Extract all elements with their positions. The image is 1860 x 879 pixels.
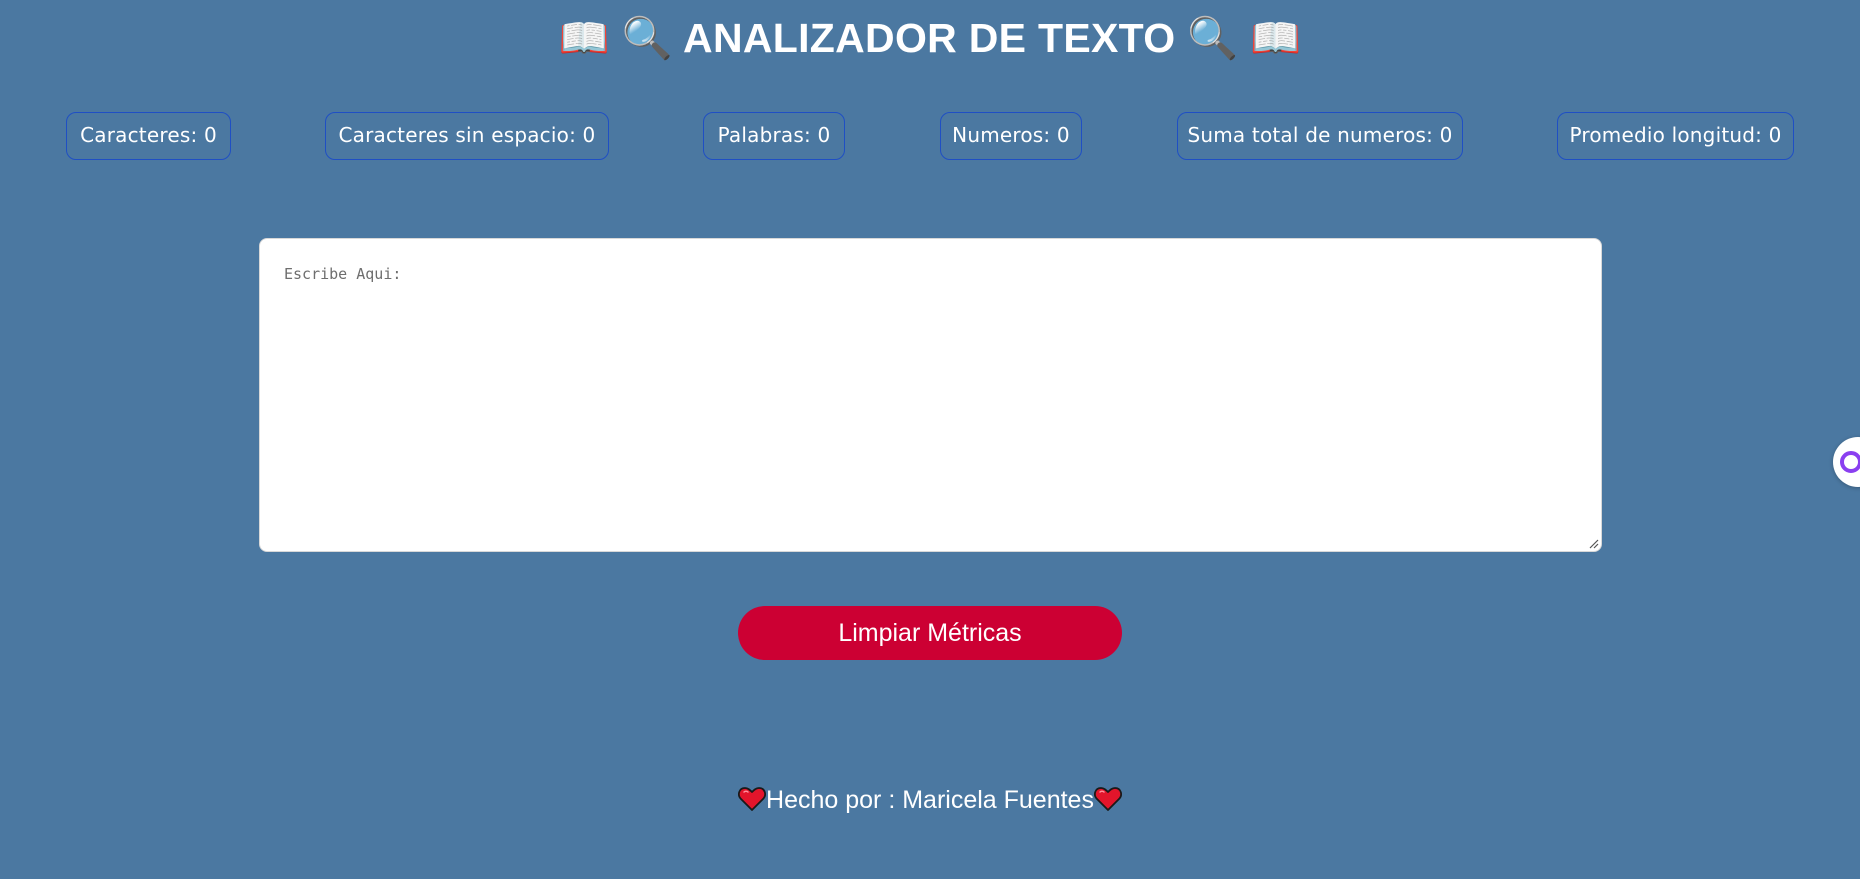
magnifier-icon: 🔍 [1187, 14, 1239, 62]
metric-numeros: Numeros: 0 [940, 112, 1082, 160]
resize-handle-icon[interactable] [1587, 537, 1599, 549]
floating-widget-button[interactable] [1833, 437, 1860, 487]
metrics-bar: Caracteres: 0 Caracteres sin espacio: 0 … [0, 112, 1860, 162]
widget-ring-icon [1840, 451, 1860, 473]
open-book-icon: 📖 [558, 14, 610, 62]
clear-metrics-button[interactable]: Limpiar Métricas [738, 606, 1122, 660]
footer-credit-text: Hecho por : Maricela Fuentes [766, 786, 1094, 814]
metric-palabras: Palabras: 0 [703, 112, 845, 160]
page-title: 📖 🔍 ANALIZADOR DE TEXTO 🔍 📖 [0, 10, 1860, 66]
text-input-container [259, 238, 1602, 552]
magnifier-icon: 🔍 [621, 14, 673, 62]
metric-suma-numeros: Suma total de numeros: 0 [1177, 112, 1463, 160]
text-input[interactable] [260, 239, 1601, 551]
metric-caracteres-sin-espacio: Caracteres sin espacio: 0 [325, 112, 609, 160]
metric-promedio-longitud: Promedio longitud: 0 [1557, 112, 1794, 160]
page-title-text: ANALIZADOR DE TEXTO [683, 15, 1176, 61]
open-book-icon: 📖 [1250, 14, 1302, 62]
footer-credit: Hecho por : Maricela Fuentes [0, 782, 1860, 818]
metric-caracteres: Caracteres: 0 [66, 112, 231, 160]
heart-icon [1093, 787, 1122, 811]
heart-icon [738, 787, 767, 811]
